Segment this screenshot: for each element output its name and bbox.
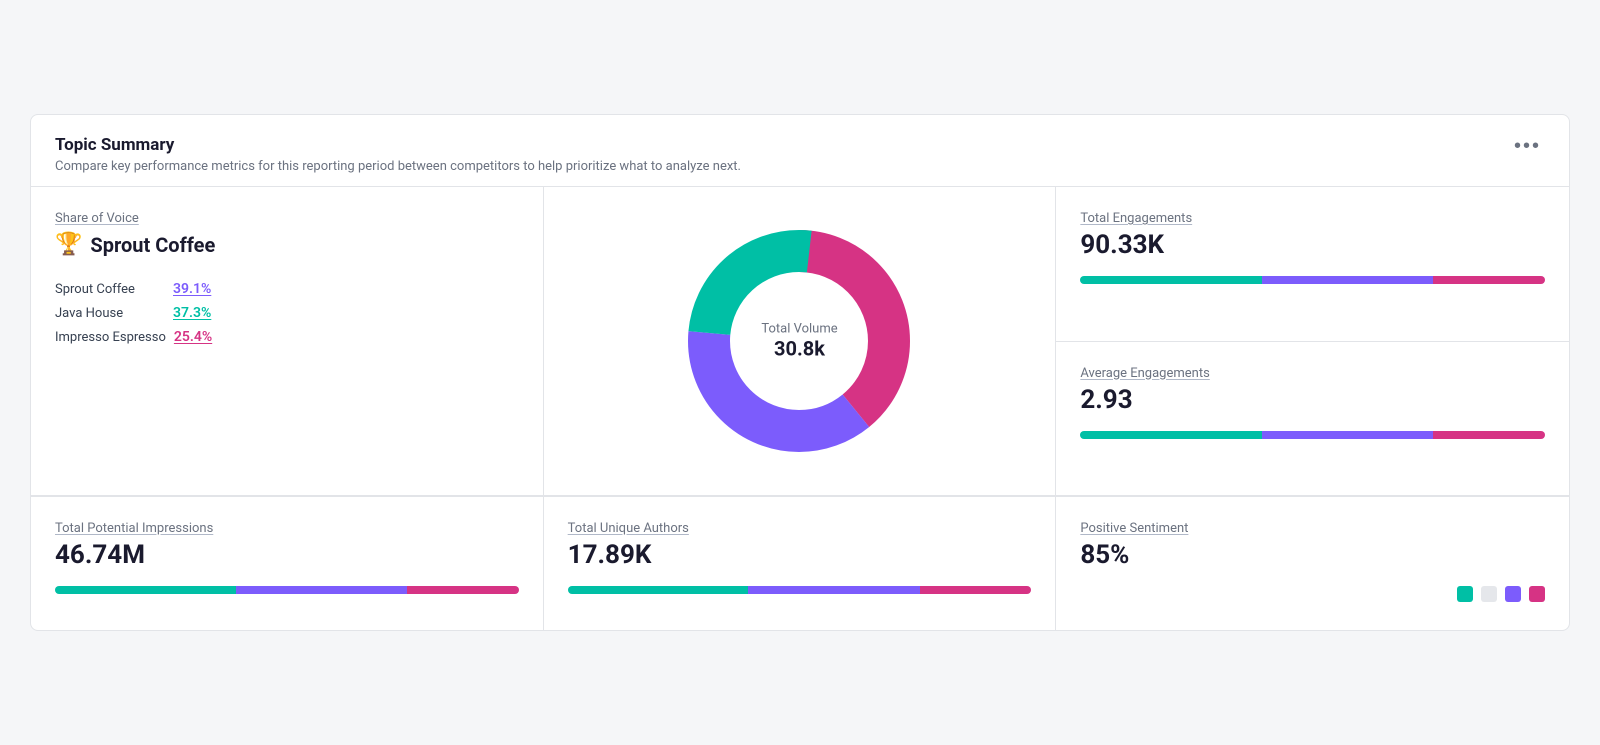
card-header: Topic Summary Compare key performance me… bbox=[31, 115, 1569, 187]
imp-bar-purple bbox=[236, 586, 408, 594]
average-engagements-label: Average Engagements bbox=[1080, 366, 1545, 381]
avg-bar-purple bbox=[1262, 431, 1434, 439]
unique-authors-bar bbox=[568, 586, 1032, 594]
brand-label-sprout: Sprout Coffee bbox=[55, 282, 165, 297]
sentiment-legend bbox=[1080, 586, 1545, 602]
main-grid: Share of Voice 🏆 Sprout Coffee Sprout Co… bbox=[31, 187, 1569, 496]
page-title: Topic Summary bbox=[55, 135, 741, 155]
legend-dot-teal bbox=[1457, 586, 1473, 602]
brand-row-sprout: Sprout Coffee 39.1% bbox=[55, 281, 519, 297]
right-metrics-panel: Total Engagements 90.33K Average Engagem… bbox=[1056, 187, 1569, 495]
positive-sentiment-value: 85% bbox=[1080, 540, 1545, 570]
donut-label: Total Volume 30.8k bbox=[761, 322, 837, 361]
legend-dot-purple bbox=[1505, 586, 1521, 602]
eng-bar-purple bbox=[1262, 276, 1434, 284]
total-engagements-value: 90.33K bbox=[1080, 230, 1545, 260]
bottom-grid: Total Potential Impressions 46.74M Total… bbox=[31, 496, 1569, 630]
positive-sentiment-label: Positive Sentiment bbox=[1080, 521, 1545, 536]
imp-bar-teal bbox=[55, 586, 236, 594]
donut-center-value: 30.8k bbox=[761, 337, 837, 361]
share-of-voice-panel: Share of Voice 🏆 Sprout Coffee Sprout Co… bbox=[31, 187, 544, 495]
eng-bar-teal bbox=[1080, 276, 1261, 284]
donut-chart: Total Volume 30.8k bbox=[669, 211, 929, 471]
total-impressions-panel: Total Potential Impressions 46.74M bbox=[31, 497, 544, 630]
avg-bar-pink bbox=[1433, 431, 1545, 439]
winner-row: 🏆 Sprout Coffee bbox=[55, 232, 519, 257]
average-engagements-panel: Average Engagements 2.93 bbox=[1056, 342, 1569, 496]
avg-bar-teal bbox=[1080, 431, 1261, 439]
imp-bar-pink bbox=[407, 586, 518, 594]
brand-value-impresso: 25.4% bbox=[174, 329, 212, 345]
auth-bar-pink bbox=[920, 586, 1031, 594]
donut-chart-panel: Total Volume 30.8k bbox=[544, 187, 1057, 495]
total-engagements-panel: Total Engagements 90.33K bbox=[1056, 187, 1569, 342]
eng-bar-pink bbox=[1433, 276, 1545, 284]
donut-center-title: Total Volume bbox=[761, 322, 837, 337]
positive-sentiment-panel: Positive Sentiment 85% bbox=[1056, 497, 1569, 630]
brand-label-java: Java House bbox=[55, 306, 165, 321]
brand-value-sprout: 39.1% bbox=[173, 281, 211, 297]
total-engagements-label: Total Engagements bbox=[1080, 211, 1545, 226]
total-engagements-bar bbox=[1080, 276, 1545, 284]
header-left: Topic Summary Compare key performance me… bbox=[55, 135, 741, 174]
share-of-voice-label: Share of Voice bbox=[55, 211, 519, 226]
legend-dot-gray bbox=[1481, 586, 1497, 602]
total-impressions-bar bbox=[55, 586, 519, 594]
average-engagements-bar bbox=[1080, 431, 1545, 439]
brand-label-impresso: Impresso Espresso bbox=[55, 330, 166, 345]
winner-name: Sprout Coffee bbox=[90, 233, 215, 257]
unique-authors-label: Total Unique Authors bbox=[568, 521, 1032, 536]
more-options-button[interactable]: ••• bbox=[1510, 135, 1545, 158]
brand-row-impresso: Impresso Espresso 25.4% bbox=[55, 329, 519, 345]
auth-bar-purple bbox=[748, 586, 920, 594]
brand-row-java: Java House 37.3% bbox=[55, 305, 519, 321]
topic-summary-card: Topic Summary Compare key performance me… bbox=[30, 114, 1570, 631]
brand-value-java: 37.3% bbox=[173, 305, 211, 321]
page-subtitle: Compare key performance metrics for this… bbox=[55, 159, 741, 174]
unique-authors-value: 17.89K bbox=[568, 540, 1032, 570]
auth-bar-teal bbox=[568, 586, 749, 594]
breakdown-table: Sprout Coffee 39.1% Java House 37.3% Imp… bbox=[55, 281, 519, 345]
unique-authors-panel: Total Unique Authors 17.89K bbox=[544, 497, 1057, 630]
total-impressions-label: Total Potential Impressions bbox=[55, 521, 519, 536]
trophy-icon: 🏆 bbox=[55, 232, 82, 257]
total-impressions-value: 46.74M bbox=[55, 540, 519, 570]
legend-dot-pink bbox=[1529, 586, 1545, 602]
average-engagements-value: 2.93 bbox=[1080, 385, 1545, 415]
